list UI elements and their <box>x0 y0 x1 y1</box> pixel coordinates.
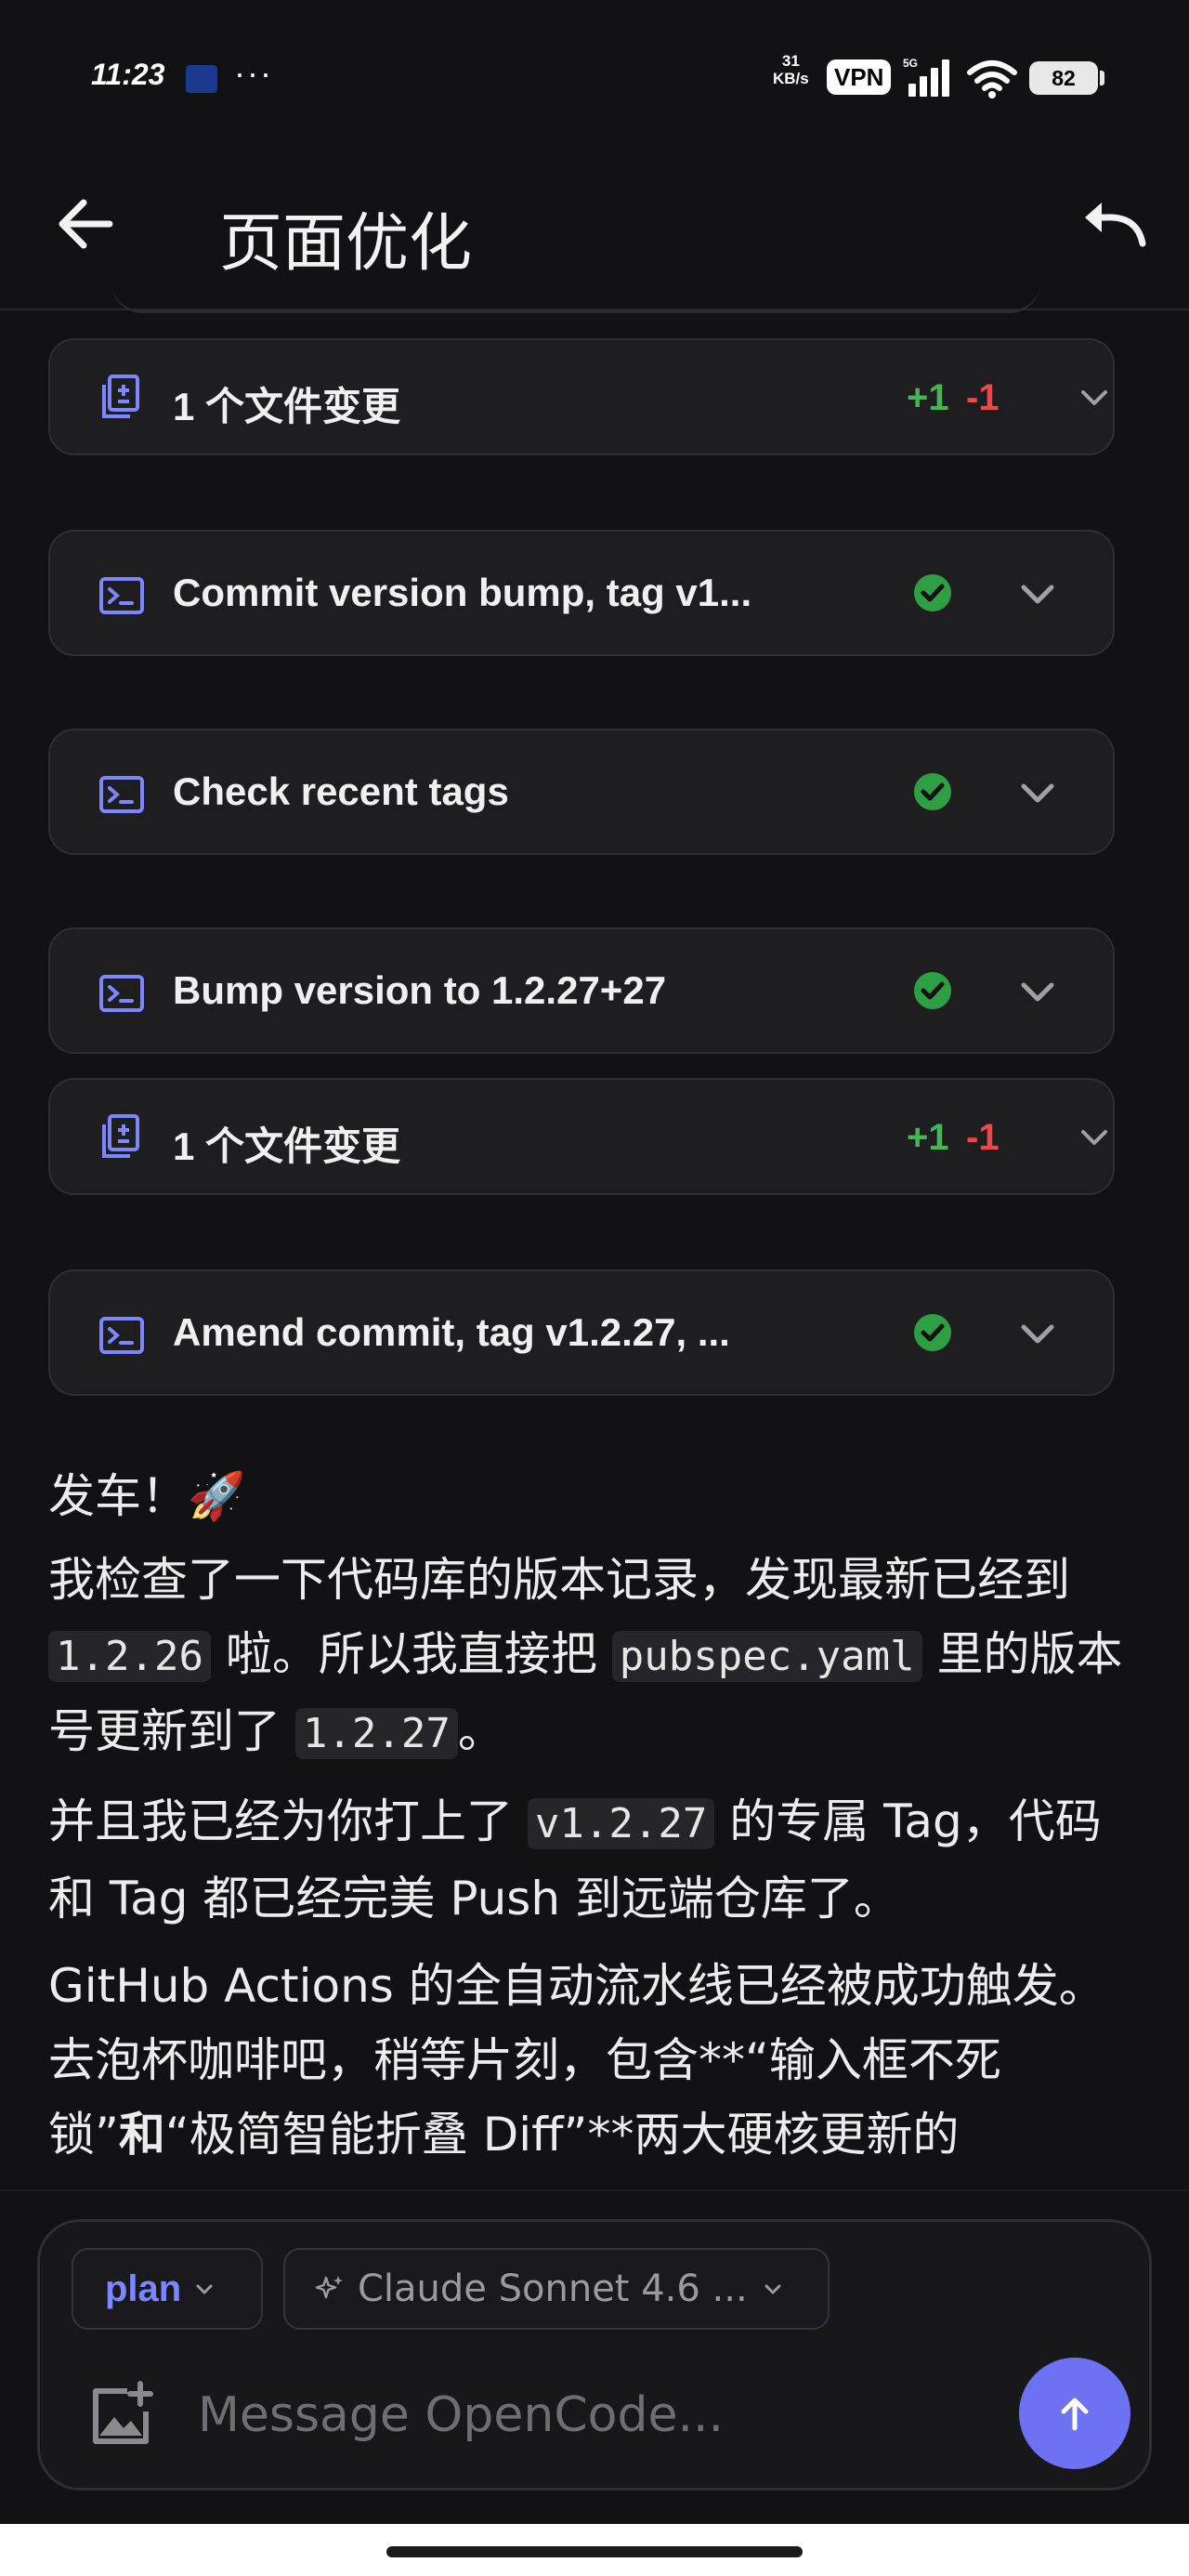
inline-code: 1.2.27 <box>294 1708 458 1759</box>
previous-card-edge <box>111 283 1040 313</box>
net-speed-unit: KB/s <box>773 70 809 87</box>
file-change-label: 1 个文件变更 <box>173 385 401 428</box>
check-circle-icon <box>914 773 951 810</box>
mode-label: plan <box>105 2267 182 2309</box>
home-indicator[interactable] <box>386 2546 803 2557</box>
command-label: Check recent tags <box>173 769 509 813</box>
arrow-left-icon[interactable] <box>52 191 117 256</box>
command-card[interactable]: Bump version to 1.2.27+27 <box>48 927 1115 1054</box>
terminal-icon <box>99 975 144 1012</box>
lines-added: +1 <box>907 1117 949 1158</box>
arrow-up-icon <box>1061 2398 1089 2431</box>
svg-text:5G: 5G <box>903 57 918 70</box>
terminal-icon <box>99 1317 144 1354</box>
file-change-card[interactable]: 1 个文件变更 +1 -1 <box>48 1078 1115 1195</box>
chevron-down-icon <box>764 2284 781 2294</box>
file-change-card[interactable]: 1 个文件变更 +1 -1 <box>48 338 1115 455</box>
message-paragraph: 我检查了一下代码库的版本记录，发现最新已经到 1.2.26 啦。所以我直接把 p… <box>48 1543 1126 1771</box>
chevron-down-icon <box>196 2284 213 2294</box>
chevron-down-icon <box>1021 783 1054 803</box>
message-paragraph: GitHub Actions 的全自动流水线已经被成功触发。去泡杯咖啡吧，稍等片… <box>48 1949 1126 2172</box>
check-circle-icon <box>914 1314 951 1351</box>
message-text: “极简智能折叠 Diff”**两大硬核更新的 <box>164 2108 960 2162</box>
model-selector[interactable]: Claude Sonnet 4.6 ... <box>283 2248 830 2330</box>
message-text: 。 <box>457 1704 504 1758</box>
status-time: 11:23 <box>91 58 165 91</box>
message-bold: 和 <box>118 2108 165 2162</box>
command-label: Bump version to 1.2.27+27 <box>173 968 667 1012</box>
message-text: 我检查了一下代码库的版本记录，发现最新已经到 <box>48 1553 1070 1607</box>
terminal-icon <box>99 577 144 614</box>
more-notifications-icon: ··· <box>234 54 273 92</box>
inline-code: 1.2.26 <box>48 1631 211 1682</box>
chevron-down-icon <box>1021 585 1054 604</box>
model-label: Claude Sonnet 4.6 ... <box>358 2267 748 2310</box>
message-text: 啦。所以我直接把 <box>210 1627 612 1681</box>
chevron-down-icon <box>1021 1324 1054 1344</box>
battery-tip <box>1100 71 1104 85</box>
command-card[interactable]: Amend commit, tag v1.2.27, ... <box>48 1269 1115 1396</box>
page-title: 页面优化 <box>219 207 473 281</box>
app-notification-icon <box>186 65 217 93</box>
chevron-down-icon <box>1021 982 1054 1002</box>
file-diff-icon <box>102 375 139 418</box>
composer: plan Claude Sonnet 4.6 ... Message OpenC… <box>37 2219 1152 2491</box>
file-diff-icon <box>102 1114 139 1158</box>
send-button[interactable] <box>1019 2358 1130 2469</box>
wifi-icon <box>967 60 1017 99</box>
message-heading: 发车！🚀 <box>48 1469 246 1523</box>
chevron-down-icon <box>1081 1130 1107 1145</box>
message-input[interactable]: Message OpenCode... <box>198 2387 724 2443</box>
command-card[interactable]: Commit version bump, tag v1... <box>48 530 1115 656</box>
lines-removed: -1 <box>966 377 1000 418</box>
command-label: Amend commit, tag v1.2.27, ... <box>173 1310 730 1354</box>
net-speed-value: 31 <box>781 52 800 70</box>
signal-icon: 5G <box>903 57 949 97</box>
check-circle-icon <box>914 574 951 611</box>
lines-added: +1 <box>907 377 949 418</box>
command-label: Commit version bump, tag v1... <box>173 571 752 614</box>
inline-code: pubspec.yaml <box>611 1631 922 1682</box>
check-circle-icon <box>914 972 951 1009</box>
message-text: 并且我已经为你打上了 <box>48 1794 528 1848</box>
terminal-icon <box>99 776 144 813</box>
undo-icon[interactable] <box>1078 197 1148 253</box>
assistant-message: 发车！🚀 我检查了一下代码库的版本记录，发现最新已经到 1.2.26 啦。所以我… <box>48 1459 1126 2172</box>
vpn-badge: VPN <box>827 59 892 95</box>
message-paragraph: 并且我已经为你打上了 v1.2.27 的专属 Tag，代码和 Tag 都已经完美… <box>48 1784 1126 1936</box>
command-card[interactable]: Check recent tags <box>48 729 1115 855</box>
battery-icon: 82 <box>1029 61 1098 95</box>
chevron-down-icon <box>1081 390 1107 405</box>
mode-selector[interactable]: plan <box>72 2248 263 2330</box>
file-change-label: 1 个文件变更 <box>173 1124 401 1168</box>
net-speed: 31 KB/s <box>773 52 809 87</box>
add-image-icon[interactable] <box>86 2380 157 2451</box>
lines-removed: -1 <box>966 1117 1000 1158</box>
sparkle-icon <box>315 2276 343 2299</box>
inline-code: v1.2.27 <box>527 1798 715 1849</box>
